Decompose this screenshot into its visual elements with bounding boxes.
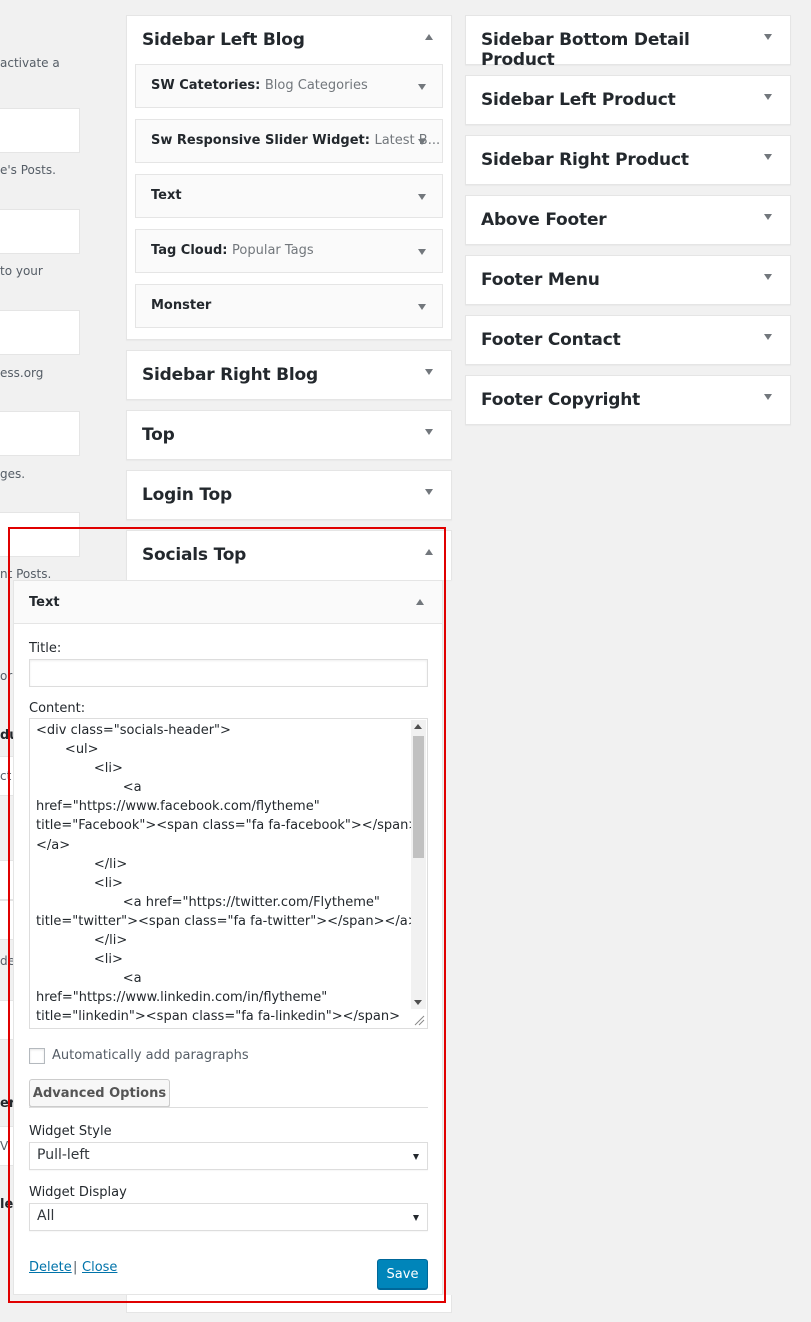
- sidebar-title: Sidebar Right Product: [481, 150, 689, 170]
- sidebar-title: Footer Menu: [481, 270, 600, 290]
- sidebar-footer-contact[interactable]: Footer Contact: [465, 315, 791, 365]
- sidebar-title: Above Footer: [481, 210, 607, 230]
- sidebar-title: Login Top: [142, 485, 232, 505]
- left-input-box[interactable]: [0, 310, 80, 355]
- sidebar-left-product[interactable]: Sidebar Left Product: [465, 75, 791, 125]
- sidebar-title: Top: [142, 425, 175, 445]
- expand-arrow-icon[interactable]: [418, 194, 426, 200]
- expand-arrow-icon[interactable]: [764, 94, 772, 100]
- sidebar-footer-copyright[interactable]: Footer Copyright: [465, 375, 791, 425]
- sidebar-left-blog: Sidebar Left Blog SW Catetories: Blog Ca…: [126, 15, 452, 340]
- sidebar-title: Sidebar Right Blog: [142, 365, 318, 385]
- widget-item[interactable]: Tag Cloud: Popular Tags: [135, 229, 443, 273]
- widget-title: Monster: [151, 298, 212, 313]
- widget-item[interactable]: Monster: [135, 284, 443, 328]
- left-text-fragment: e's Posts.: [0, 163, 56, 177]
- expand-arrow-icon[interactable]: [764, 34, 772, 40]
- widget-subtitle: Popular Tags: [232, 243, 314, 258]
- left-text-fragment: ges.: [0, 467, 26, 481]
- expand-arrow-icon[interactable]: [425, 369, 433, 375]
- sidebar-footer-menu[interactable]: Footer Menu: [465, 255, 791, 305]
- expand-arrow-icon[interactable]: [418, 84, 426, 90]
- widget-subtitle: Latest B...: [374, 133, 441, 148]
- expand-arrow-icon[interactable]: [418, 304, 426, 310]
- sidebar-login-top[interactable]: Login Top: [126, 470, 452, 520]
- left-input-box[interactable]: [0, 108, 80, 153]
- sidebar-title: Sidebar Left Blog: [142, 30, 305, 50]
- sidebar-title: Sidebar Bottom Detail Product: [481, 30, 690, 70]
- sidebar-title: Footer Copyright: [481, 390, 641, 410]
- collapse-arrow-icon[interactable]: [425, 34, 433, 40]
- widget-title: SW Catetories:: [151, 78, 261, 93]
- highlight-frame: [8, 527, 446, 1303]
- widget-title: Text: [151, 188, 182, 203]
- left-text-fragment: activate a: [0, 56, 60, 70]
- expand-arrow-icon[interactable]: [764, 274, 772, 280]
- expand-arrow-icon[interactable]: [764, 334, 772, 340]
- left-text-fragment: ess.org: [0, 366, 44, 380]
- expand-arrow-icon[interactable]: [764, 214, 772, 220]
- expand-arrow-icon[interactable]: [764, 154, 772, 160]
- left-text-fragment: V: [0, 1139, 9, 1153]
- expand-arrow-icon[interactable]: [425, 489, 433, 495]
- widget-item[interactable]: Text: [135, 174, 443, 218]
- sidebar-bottom-detail-product[interactable]: Sidebar Bottom Detail Product: [465, 15, 791, 70]
- expand-arrow-icon[interactable]: [764, 394, 772, 400]
- expand-arrow-icon[interactable]: [425, 429, 433, 435]
- left-input-box[interactable]: [0, 411, 80, 456]
- sidebar-top[interactable]: Top: [126, 410, 452, 460]
- widget-subtitle: Blog Categories: [264, 78, 368, 93]
- widget-title: Tag Cloud:: [151, 243, 228, 258]
- widget-item[interactable]: Sw Responsive Slider Widget: Latest B...: [135, 119, 443, 163]
- sidebar-title: Sidebar Left Product: [481, 90, 676, 110]
- widget-item[interactable]: SW Catetories: Blog Categories: [135, 64, 443, 108]
- expand-arrow-icon[interactable]: [418, 249, 426, 255]
- sidebar-header[interactable]: Sidebar Left Blog: [127, 16, 451, 64]
- left-text-fragment: to your: [0, 264, 43, 278]
- sidebar-title: Footer Contact: [481, 330, 621, 350]
- expand-arrow-icon[interactable]: [418, 139, 426, 145]
- sidebar-right-blog[interactable]: Sidebar Right Blog: [126, 350, 452, 400]
- sidebar-above-footer[interactable]: Above Footer: [465, 195, 791, 245]
- left-input-box[interactable]: [0, 209, 80, 254]
- sidebar-right-product[interactable]: Sidebar Right Product: [465, 135, 791, 185]
- widget-title: Sw Responsive Slider Widget:: [151, 133, 370, 148]
